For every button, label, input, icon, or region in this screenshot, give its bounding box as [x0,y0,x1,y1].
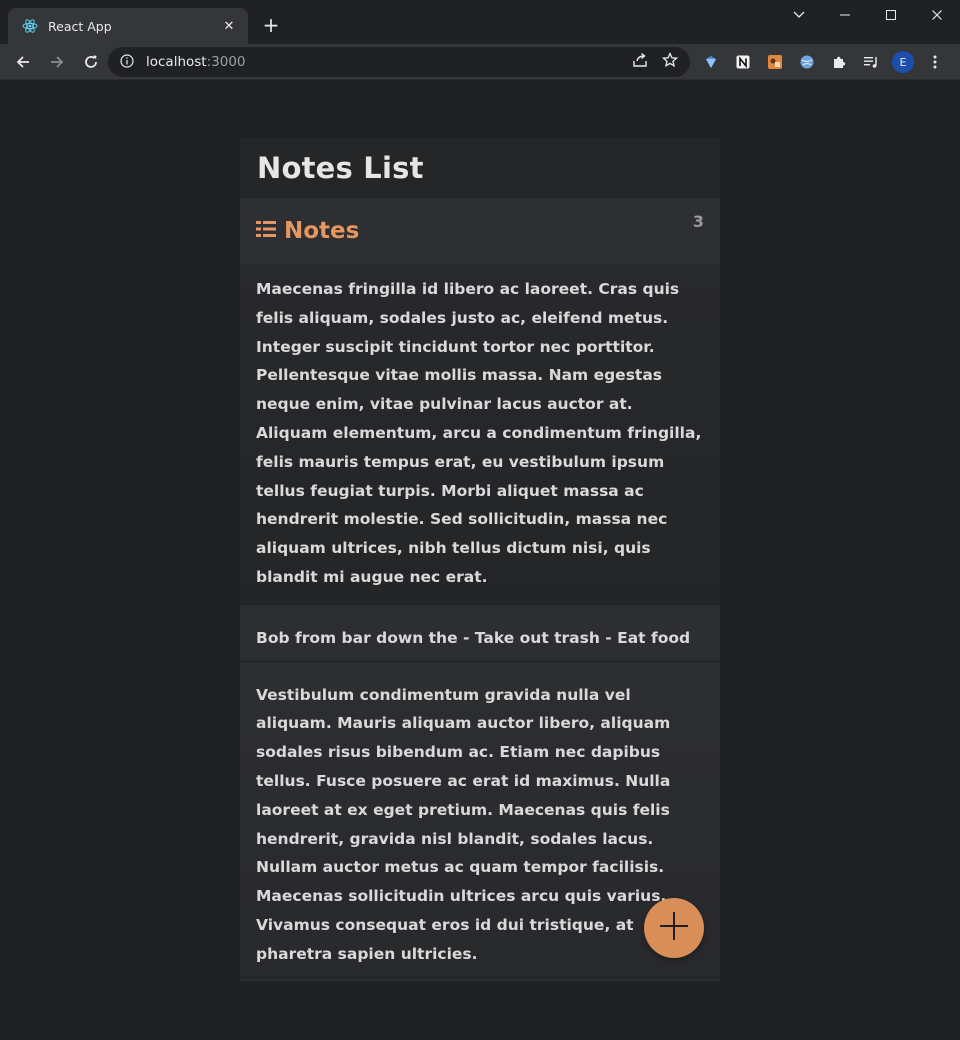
profile-avatar[interactable]: E [892,51,914,73]
plus-icon [658,910,690,946]
star-icon[interactable] [661,51,679,72]
note-text: Bob from bar down the - Take out trash -… [256,628,691,647]
notes-label: Notes [284,218,360,244]
menu-dots-icon[interactable] [924,51,946,73]
extensions-area: E [700,44,946,80]
note-text: Maecenas fringilla id libero ac laoreet.… [256,280,702,586]
close-window-icon[interactable] [914,0,960,30]
list-icon [256,220,276,242]
notion-icon[interactable] [732,51,754,73]
puzzle-icon[interactable] [828,51,850,73]
minimize-icon[interactable] [822,0,868,30]
note-text: Vestibulum condimentum gravida nulla vel… [256,685,671,963]
browser-titlebar: React App ✕ + [0,0,960,44]
info-icon[interactable] [120,53,134,72]
media-icon[interactable] [860,51,882,73]
reload-icon[interactable] [76,47,106,77]
list-item[interactable]: Bob from bar down the - Take out trash -… [240,604,720,662]
back-arrow-icon[interactable] [8,47,38,77]
page-title: Notes List [257,151,424,185]
extension-globe-icon[interactable] [796,51,818,73]
browser-tab[interactable]: React App ✕ [8,8,248,44]
forward-arrow-icon[interactable] [42,47,72,77]
app-header: Notes List [240,138,720,198]
url-port: :3000 [206,54,246,70]
close-tab-icon[interactable]: ✕ [220,17,238,35]
new-tab-button[interactable]: + [260,14,282,36]
react-logo-icon [22,18,38,34]
url-text: localhost:3000 [146,54,246,70]
tab-search-icon[interactable] [776,0,822,30]
url-host: localhost [146,54,207,70]
extension-orange-icon[interactable] [764,51,786,73]
notes-count: 3 [692,212,704,231]
notes-section-header: Notes 3 [240,198,720,264]
list-item[interactable]: Maecenas fringilla id libero ac laoreet.… [240,264,720,605]
window-controls [776,0,960,30]
browser-toolbar: localhost:3000 E [0,44,960,80]
notes-app: Notes List Notes 3 Maecenas fringilla id… [240,138,720,981]
share-icon[interactable] [632,52,648,72]
extension-gem-icon[interactable] [700,51,722,73]
maximize-icon[interactable] [868,0,914,30]
address-bar[interactable]: localhost:3000 [108,47,690,77]
tab-title: React App [48,18,112,34]
add-note-button[interactable] [644,898,704,958]
page-viewport: Notes List Notes 3 Maecenas fringilla id… [0,80,960,1040]
